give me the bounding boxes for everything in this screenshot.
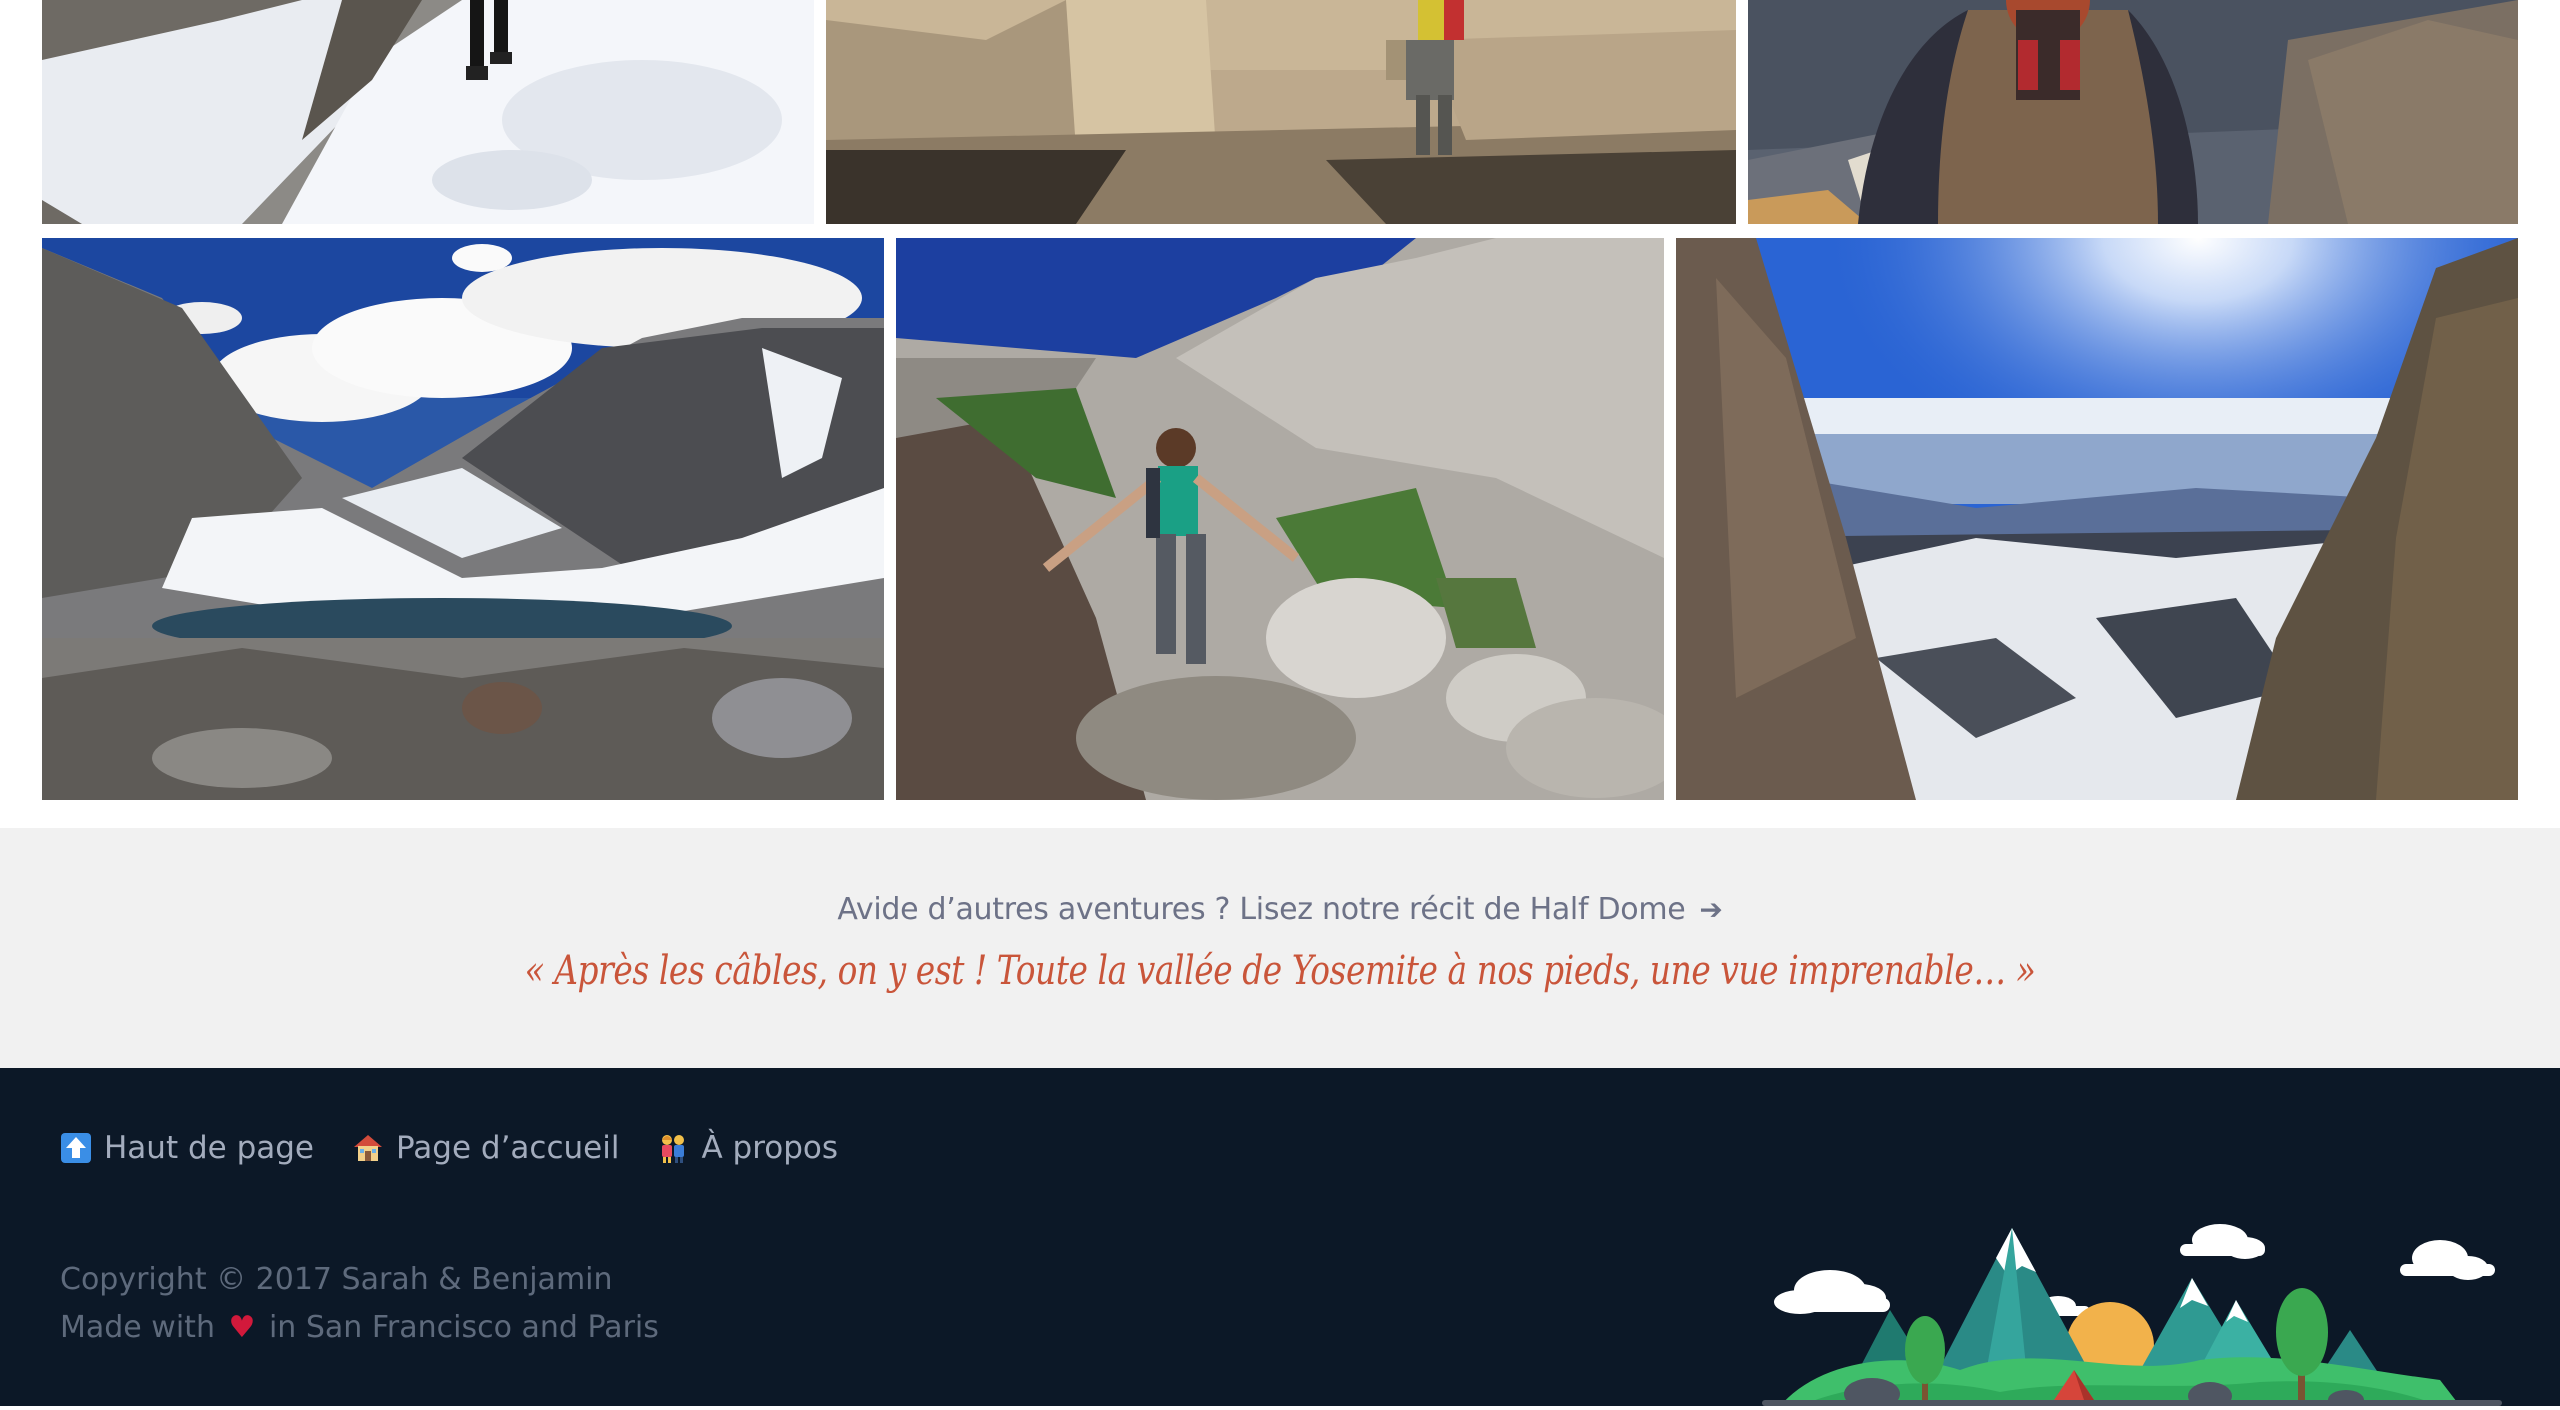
read-more-link[interactable]: Avide d’autres aventures ? Lisez notre r…	[0, 892, 2560, 927]
made-with-prefix: Made with	[60, 1310, 215, 1345]
arrow-right-icon[interactable]: ➔	[1699, 893, 1722, 926]
read-more-quote: « Après les câbles, on y est ! Toute la …	[524, 948, 2036, 994]
copyright-text: Copyright © 2017 Sarah & Benjamin	[60, 1262, 613, 1297]
made-with-line: Made with ♥ in San Francisco and Paris	[60, 1304, 659, 1352]
read-more-link-text[interactable]: Avide d’autres aventures ? Lisez notre r…	[837, 892, 1685, 927]
photo-canyon-sun[interactable]	[1676, 238, 2518, 800]
photo-hiker-boulders[interactable]	[896, 238, 1664, 800]
footer-link-top[interactable]: Haut de page	[60, 1130, 314, 1166]
footer-nav: Haut de page Page d’accueil À propos	[60, 1130, 838, 1166]
photo-granite-slabs[interactable]	[826, 0, 1736, 224]
photo-snowy-trail[interactable]	[42, 0, 814, 224]
photo-summit-sleeping-bag[interactable]	[1748, 0, 2518, 224]
made-with-suffix: in San Francisco and Paris	[268, 1310, 659, 1345]
up-arrow-icon	[61, 1133, 91, 1163]
footer-link-about[interactable]: À propos	[657, 1130, 838, 1166]
photo-gallery	[0, 0, 2560, 828]
heart-icon: ♥	[228, 1310, 256, 1345]
footer-link-home-label[interactable]: Page d’accueil	[396, 1130, 619, 1166]
house-icon	[354, 1135, 382, 1161]
footer-link-home[interactable]: Page d’accueil	[352, 1130, 619, 1166]
footer-link-about-label[interactable]: À propos	[701, 1130, 838, 1166]
footer-link-top-label[interactable]: Haut de page	[104, 1130, 314, 1166]
photo-alpine-lake[interactable]	[42, 238, 884, 800]
mountain-illustration	[1740, 1210, 2520, 1410]
couple-icon	[662, 1135, 685, 1163]
footer-credits: Copyright © 2017 Sarah & Benjamin Made w…	[60, 1256, 659, 1352]
